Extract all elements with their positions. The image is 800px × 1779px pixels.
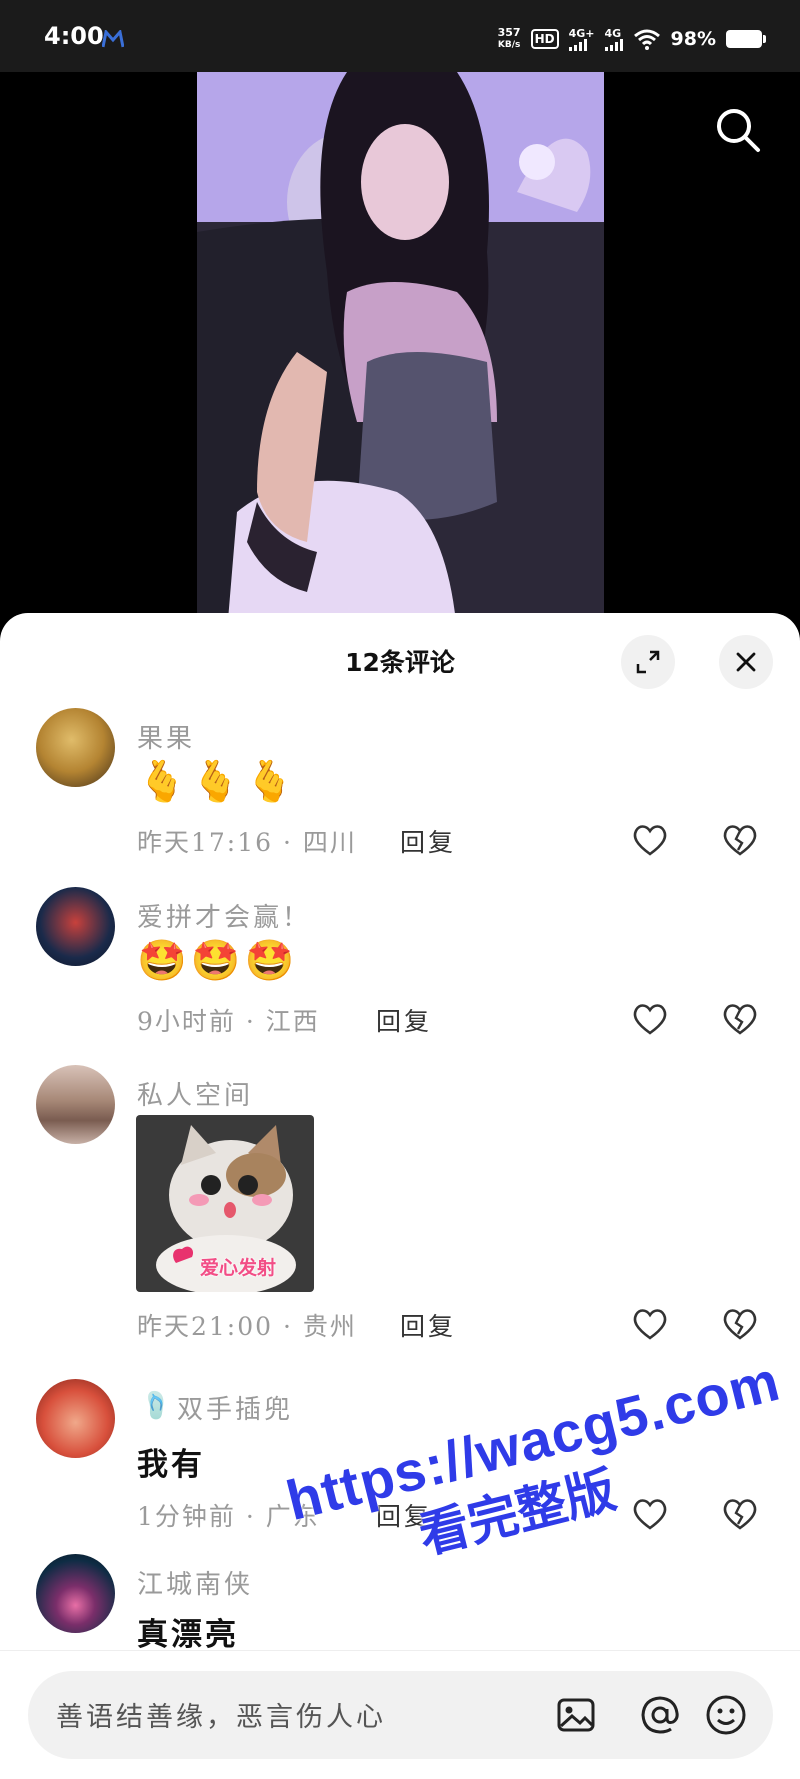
dislike-broken-heart-icon[interactable]: [720, 1494, 760, 1534]
signal-4g-icon: 4G: [604, 28, 623, 51]
reply-button[interactable]: 回复: [376, 1497, 432, 1533]
comment-time-location: 1分钟前 · 广东: [137, 1502, 320, 1531]
avatar[interactable]: [36, 708, 115, 787]
comment-sheet: 12条评论 果果 🫰🫰🫰 昨天17:16 · 四川 回复 爱拼才会赢！ 🤩🤩🤩 …: [0, 613, 800, 1778]
comment-input-bar: 善语结善缘，恶言伤人心: [0, 1650, 800, 1779]
close-button[interactable]: [719, 635, 773, 689]
avatar[interactable]: [36, 887, 115, 966]
emoji-icon[interactable]: [704, 1693, 748, 1737]
battery-icon: [726, 30, 766, 48]
comment-time-location: 昨天21:00 · 贵州: [137, 1312, 357, 1341]
status-bar: 4:00 357 KB/s HD 4G+ 4G 98%: [0, 0, 800, 72]
dislike-broken-heart-icon[interactable]: [720, 999, 760, 1039]
reply-button[interactable]: 回复: [376, 1002, 432, 1038]
search-icon[interactable]: [712, 104, 764, 156]
comment-username[interactable]: 果果: [137, 718, 195, 755]
at-icon[interactable]: [638, 1693, 682, 1737]
comment-emoji: 🤩🤩🤩: [137, 938, 299, 984]
network-speed: 357 KB/s: [497, 26, 521, 51]
avatar[interactable]: [36, 1379, 115, 1458]
comment-time-location: 9小时前 · 江西: [137, 1007, 320, 1036]
status-time: 4:00: [44, 22, 104, 50]
comment-count-title: 12条评论: [345, 648, 455, 677]
hd-icon: HD: [530, 29, 559, 49]
sticker-caption: 爱心发射: [200, 1257, 277, 1279]
image-icon[interactable]: [554, 1693, 598, 1737]
comment-username[interactable]: 江城南侠: [137, 1564, 253, 1601]
close-icon: [736, 652, 756, 672]
comment-text: 我有: [137, 1447, 205, 1483]
video-content-image: [197, 72, 604, 632]
comment-emoji: 🫰🫰🫰: [137, 759, 299, 805]
expand-icon: [636, 650, 660, 674]
signal-4g-plus-icon: 4G+: [568, 28, 595, 51]
avatar[interactable]: [36, 1065, 115, 1144]
wifi-icon: [633, 29, 660, 50]
reply-button[interactable]: 回复: [400, 823, 456, 859]
dislike-broken-heart-icon[interactable]: [720, 1304, 760, 1344]
like-heart-icon[interactable]: [630, 1304, 670, 1344]
comment-input[interactable]: 善语结善缘，恶言伤人心: [28, 1671, 773, 1759]
avatar[interactable]: [36, 1554, 115, 1633]
dislike-broken-heart-icon[interactable]: [720, 820, 760, 860]
battery-percent: 98%: [670, 28, 716, 50]
video-player[interactable]: [0, 72, 800, 632]
expand-button[interactable]: [621, 635, 675, 689]
comment-input-placeholder: 善语结善缘，恶言伤人心: [56, 1702, 386, 1733]
like-heart-icon[interactable]: [630, 999, 670, 1039]
comment-username[interactable]: 双手插兜: [177, 1389, 293, 1426]
like-heart-icon[interactable]: [630, 1494, 670, 1534]
comment-username[interactable]: 爱拼才会赢！: [137, 897, 311, 934]
comment-time-location: 昨天17:16 · 四川: [137, 828, 357, 857]
reply-button[interactable]: 回复: [400, 1307, 456, 1343]
sticker-image[interactable]: 爱心发射: [136, 1115, 314, 1292]
comment-text: 真漂亮: [137, 1617, 239, 1653]
video-frame: [197, 72, 604, 632]
app-notification-icon: [102, 30, 124, 48]
status-indicators: 357 KB/s HD 4G+ 4G 98%: [497, 24, 766, 54]
like-heart-icon[interactable]: [630, 820, 670, 860]
comment-username[interactable]: 私人空间: [137, 1075, 253, 1112]
user-badge-icon: 🩴: [140, 1391, 173, 1421]
